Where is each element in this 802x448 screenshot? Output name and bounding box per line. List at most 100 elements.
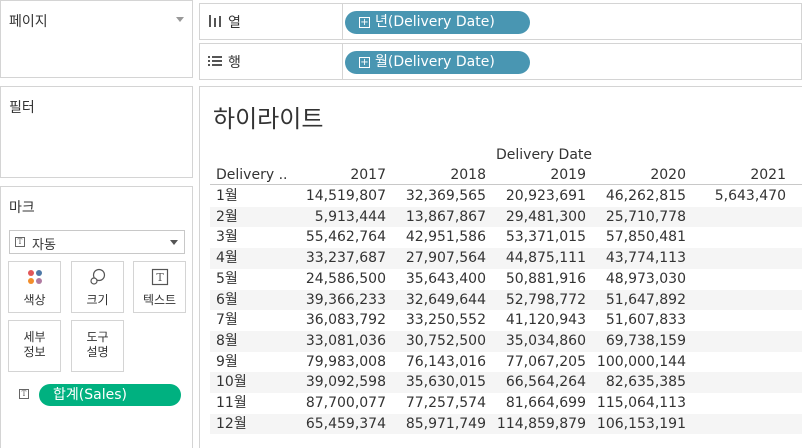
row-header-cell[interactable]: 7월 — [216, 310, 296, 330]
table-value-cell[interactable]: 32,369,565 — [386, 186, 486, 206]
table-value-cell[interactable]: 66,564,264 — [486, 372, 586, 392]
pages-card[interactable]: 페이지 — [0, 0, 193, 78]
month-delivery-date-pill[interactable]: + 월(Delivery Date) — [345, 51, 530, 74]
table-value-cell[interactable]: 14,519,807 — [296, 186, 386, 206]
detail-button[interactable]: 세부 정보 — [8, 320, 61, 372]
table-value-cell[interactable]: 13,867,867 — [386, 207, 486, 227]
row-header-cell[interactable]: 9월 — [216, 352, 296, 372]
columns-shelf[interactable]: 열 + 년(Delivery Date) — [199, 3, 802, 40]
table-value-cell[interactable]: 30,752,500 — [386, 331, 486, 351]
table-value-cell[interactable]: 79,983,008 — [296, 352, 386, 372]
size-button-label: 크기 — [86, 293, 109, 307]
sheet-title: 하이라이트 — [213, 105, 324, 133]
row-header-cell[interactable]: 2월 — [216, 207, 296, 227]
table-value-cell[interactable]: 24,586,500 — [296, 269, 386, 289]
filters-card[interactable]: 필터 — [0, 86, 193, 178]
table-value-cell[interactable]: 43,774,113 — [586, 248, 686, 268]
row-header-cell[interactable]: 3월 — [216, 227, 296, 247]
row-header-cell[interactable]: 8월 — [216, 331, 296, 351]
table-value-cell[interactable]: 33,081,036 — [296, 331, 386, 351]
table-value-cell[interactable] — [686, 414, 786, 434]
table-value-cell[interactable]: 52,798,772 — [486, 290, 586, 310]
table-value-cell[interactable] — [686, 207, 786, 227]
sales-measure-pill[interactable]: 합계(Sales) — [39, 384, 181, 406]
table-value-cell[interactable]: 35,034,860 — [486, 331, 586, 351]
text-button-label: 텍스트 — [142, 293, 177, 307]
table-value-cell[interactable] — [686, 331, 786, 351]
column-header-cell[interactable]: 2017 — [296, 165, 386, 185]
column-header-cell[interactable]: 2018 — [386, 165, 486, 185]
tooltip-button[interactable]: 도구 설명 — [71, 320, 124, 372]
table-value-cell[interactable]: 77,257,574 — [386, 393, 486, 413]
row-field-header[interactable]: Delivery .. — [216, 165, 296, 185]
table-value-cell[interactable]: 69,738,159 — [586, 331, 686, 351]
table-value-cell[interactable]: 27,907,564 — [386, 248, 486, 268]
table-value-cell[interactable]: 32,649,644 — [386, 290, 486, 310]
table-value-cell[interactable]: 115,064,113 — [586, 393, 686, 413]
table-value-cell[interactable]: 39,092,598 — [296, 372, 386, 392]
table-value-cell[interactable]: 53,371,015 — [486, 227, 586, 247]
table-value-cell[interactable]: 57,850,481 — [586, 227, 686, 247]
expand-plus-icon[interactable]: + — [359, 17, 370, 28]
table-value-cell[interactable]: 25,710,778 — [586, 207, 686, 227]
table-value-cell[interactable]: 42,951,586 — [386, 227, 486, 247]
mark-type-dropdown[interactable]: T 자동 — [9, 230, 185, 254]
expand-plus-icon[interactable]: + — [359, 57, 370, 68]
table-value-cell[interactable] — [686, 372, 786, 392]
table-value-cell[interactable]: 87,700,077 — [296, 393, 386, 413]
table-value-cell[interactable]: 41,120,943 — [486, 310, 586, 330]
columns-shelf-label: 열 — [200, 4, 343, 39]
row-header-cell[interactable]: 12월 — [216, 414, 296, 434]
table-value-cell[interactable] — [686, 290, 786, 310]
table-value-cell[interactable]: 44,875,111 — [486, 248, 586, 268]
pages-dropdown-arrow-icon[interactable] — [176, 17, 184, 22]
table-value-cell[interactable] — [686, 227, 786, 247]
worksheet-view[interactable]: 하이라이트 Delivery Date Delivery .. 2017 201… — [199, 86, 802, 448]
row-header-cell[interactable]: 11월 — [216, 393, 296, 413]
row-header-cell[interactable]: 5월 — [216, 269, 296, 289]
table-value-cell[interactable]: 36,083,792 — [296, 310, 386, 330]
column-header-cell[interactable]: 2021 — [686, 165, 786, 185]
table-value-cell[interactable] — [686, 248, 786, 268]
row-header-cell[interactable]: 1월 — [216, 186, 296, 206]
table-value-cell[interactable]: 39,366,233 — [296, 290, 386, 310]
table-value-cell[interactable]: 100,000,144 — [586, 352, 686, 372]
table-value-cell[interactable]: 5,913,444 — [296, 207, 386, 227]
table-value-cell[interactable]: 50,881,916 — [486, 269, 586, 289]
row-header-cell[interactable]: 4월 — [216, 248, 296, 268]
table-value-cell[interactable]: 51,607,833 — [586, 310, 686, 330]
table-value-cell[interactable]: 33,250,552 — [386, 310, 486, 330]
text-mark-icon[interactable]: T — [19, 389, 29, 399]
table-value-cell[interactable]: 85,971,749 — [386, 414, 486, 434]
row-header-cell[interactable]: 10월 — [216, 372, 296, 392]
table-value-cell[interactable] — [686, 310, 786, 330]
column-header-cell[interactable]: 2019 — [486, 165, 586, 185]
table-value-cell[interactable]: 33,237,687 — [296, 248, 386, 268]
table-value-cell[interactable]: 46,262,815 — [586, 186, 686, 206]
table-value-cell[interactable]: 48,973,030 — [586, 269, 686, 289]
table-value-cell[interactable] — [686, 269, 786, 289]
table-value-cell[interactable]: 20,923,691 — [486, 186, 586, 206]
table-value-cell[interactable]: 35,630,015 — [386, 372, 486, 392]
row-header-cell[interactable]: 6월 — [216, 290, 296, 310]
table-value-cell[interactable]: 82,635,385 — [586, 372, 686, 392]
rows-shelf[interactable]: 행 + 월(Delivery Date) — [199, 43, 802, 80]
table-value-cell[interactable]: 81,664,699 — [486, 393, 586, 413]
table-value-cell[interactable] — [686, 393, 786, 413]
table-value-cell[interactable]: 35,643,400 — [386, 269, 486, 289]
table-value-cell[interactable]: 106,153,191 — [586, 414, 686, 434]
table-value-cell[interactable]: 65,459,374 — [296, 414, 386, 434]
table-value-cell[interactable]: 5,643,470 — [686, 186, 786, 206]
table-value-cell[interactable]: 51,647,892 — [586, 290, 686, 310]
table-value-cell[interactable]: 55,462,764 — [296, 227, 386, 247]
table-value-cell[interactable]: 114,859,879 — [486, 414, 586, 434]
table-value-cell[interactable]: 77,067,205 — [486, 352, 586, 372]
column-header-cell[interactable]: 2020 — [586, 165, 686, 185]
table-value-cell[interactable]: 29,481,300 — [486, 207, 586, 227]
color-button[interactable]: 색상 — [8, 261, 61, 313]
table-value-cell[interactable]: 76,143,016 — [386, 352, 486, 372]
table-value-cell[interactable] — [686, 352, 786, 372]
year-delivery-date-pill[interactable]: + 년(Delivery Date) — [345, 11, 530, 34]
text-button[interactable]: T 텍스트 — [133, 261, 186, 313]
size-button[interactable]: 크기 — [71, 261, 124, 313]
